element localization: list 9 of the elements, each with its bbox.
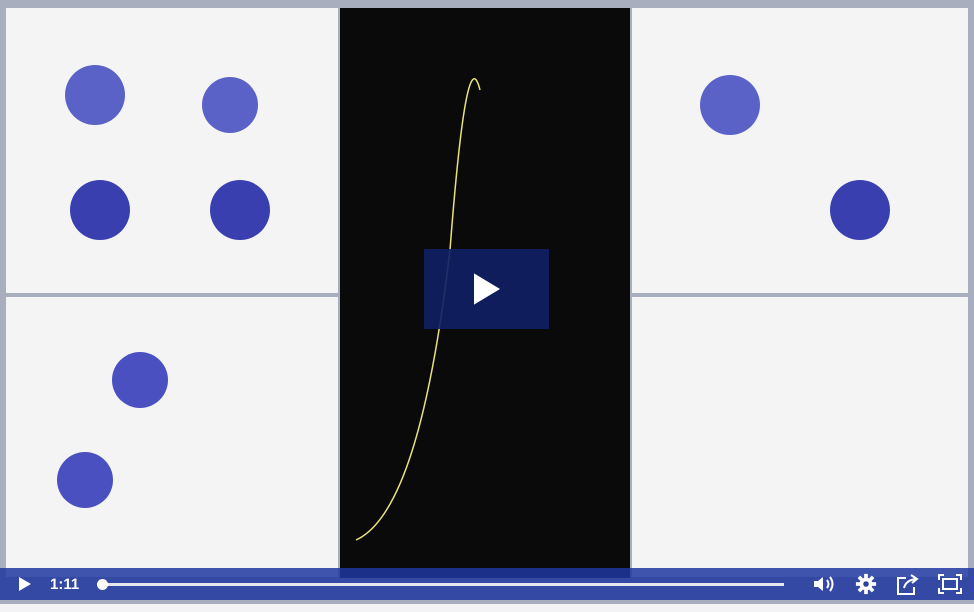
share-icon[interactable] xyxy=(896,573,920,595)
play-button[interactable] xyxy=(424,249,549,329)
time-display: 1:11 xyxy=(50,576,80,592)
play-icon xyxy=(18,576,32,592)
settings-icon[interactable] xyxy=(854,573,878,595)
play-button[interactable] xyxy=(18,576,32,592)
play-icon xyxy=(474,273,500,305)
progress-handle[interactable] xyxy=(97,578,108,590)
fullscreen-icon[interactable] xyxy=(938,573,962,595)
